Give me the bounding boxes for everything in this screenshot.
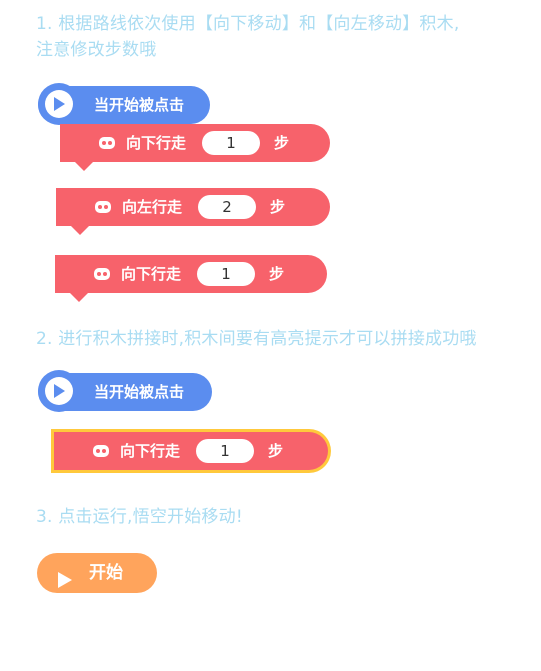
robot-icon (98, 135, 116, 155)
start-button-label: 开始 (89, 563, 123, 583)
block-verb: 向下行走 (126, 134, 187, 152)
play-icon (55, 564, 73, 604)
steps-input[interactable]: 1 (196, 439, 254, 463)
robot-icon (92, 443, 110, 463)
play-icon (54, 384, 65, 398)
block-verb: 向下行走 (121, 265, 182, 283)
block-unit: 步 (274, 134, 290, 152)
hat-block-label: 当开始被点击 (94, 383, 185, 401)
block-unit: 步 (268, 442, 284, 460)
instruction-step-2: 2. 进行积木拼接时,积木间要有高亮提示才可以拼接成功哦 (36, 329, 477, 349)
block-unit: 步 (269, 265, 285, 283)
when-start-clicked-block[interactable]: 当开始被点击 (38, 83, 210, 125)
start-button[interactable]: 开始 (37, 553, 157, 593)
hat-block-label: 当开始被点击 (94, 96, 185, 114)
block-verb: 向左行走 (122, 198, 183, 216)
instruction-step-3: 3. 点击运行,悟空开始移动! (36, 507, 243, 527)
play-icon-badge (38, 370, 80, 412)
play-icon (54, 97, 65, 111)
move-down-block[interactable]: 向下行走 1 步 (55, 255, 327, 302)
steps-input[interactable]: 1 (202, 131, 260, 155)
steps-input[interactable]: 1 (197, 262, 255, 286)
robot-icon (94, 199, 112, 219)
block-unit: 步 (270, 198, 286, 216)
move-left-block[interactable]: 向左行走 2 步 (56, 188, 330, 235)
play-icon-badge (38, 83, 80, 125)
block-verb: 向下行走 (120, 442, 181, 460)
steps-input[interactable]: 2 (198, 195, 256, 219)
instruction-step-1-line-2: 注意修改步数哦 (36, 40, 157, 60)
move-down-block[interactable]: 向下行走 1 步 (60, 124, 330, 171)
when-start-clicked-block[interactable]: 当开始被点击 (38, 370, 212, 412)
instruction-step-1-line-1: 1. 根据路线依次使用【向下移动】和【向左移动】积木, (36, 14, 460, 34)
highlighted-move-down-block[interactable]: 向下行走 1 步 (54, 432, 328, 470)
robot-icon (93, 266, 111, 286)
